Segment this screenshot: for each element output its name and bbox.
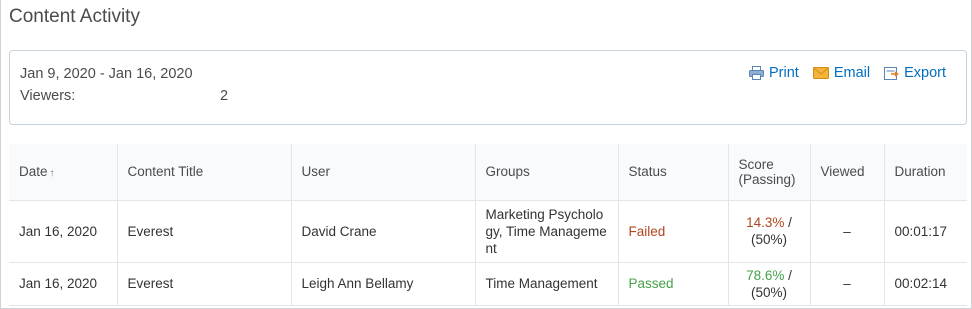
column-header-viewed[interactable]: Viewed xyxy=(809,144,884,201)
printer-icon xyxy=(748,66,764,80)
print-label: Print xyxy=(768,65,799,81)
envelope-icon xyxy=(812,67,829,79)
cell-score: 14.3% / (50%) xyxy=(727,200,810,263)
viewers-count: 2 xyxy=(220,88,229,104)
summary-box: Jan 9, 2020 - Jan 16, 2020 Viewers: 2 Pr… xyxy=(9,50,967,125)
cell-groups: Marketing Psycholo gy, Time Manageme nt xyxy=(474,200,618,263)
export-icon xyxy=(884,66,899,80)
page-title: Content Activity xyxy=(9,6,140,27)
sort-ascending-icon: ↑ xyxy=(49,168,55,180)
column-header-content-title[interactable]: Content Title xyxy=(116,144,291,201)
email-label: Email xyxy=(833,65,871,81)
date-range: Jan 9, 2020 - Jan 16, 2020 xyxy=(20,66,193,82)
score-separator: / xyxy=(784,267,792,283)
score-label: Score xyxy=(738,156,774,172)
table-row: Jan 16, 2020 Everest Leigh Ann Bellamy T… xyxy=(9,262,967,306)
activity-table: Date ↑ Content Title User Groups Status S… xyxy=(9,144,967,306)
cell-status: Passed xyxy=(617,262,728,306)
export-button[interactable]: Export xyxy=(884,65,946,81)
cell-viewed: – xyxy=(809,262,884,306)
score-value: 78.6% xyxy=(746,267,785,283)
cell-score: 78.6% / (50%) xyxy=(727,262,810,306)
column-header-date[interactable]: Date ↑ xyxy=(9,144,117,201)
cell-groups: Time Management xyxy=(474,262,618,306)
column-header-groups: Groups xyxy=(474,144,618,201)
cell-content-title: Everest xyxy=(116,262,291,306)
cell-duration: 00:02:14 xyxy=(883,262,967,306)
column-header-score[interactable]: Score (Passing) xyxy=(727,144,810,201)
score-separator: / xyxy=(784,215,792,230)
cell-date: Jan 16, 2020 xyxy=(9,200,117,263)
cell-content-title: Everest xyxy=(116,200,291,263)
print-button[interactable]: Print xyxy=(748,65,799,81)
viewers-label: Viewers: xyxy=(20,88,76,104)
passing-value: (50%) xyxy=(750,232,787,247)
column-header-duration[interactable]: Duration xyxy=(883,144,967,201)
cell-user: Leigh Ann Bellamy xyxy=(290,262,475,306)
score-value: 14.3% xyxy=(746,215,785,230)
cell-status: Failed xyxy=(617,200,728,263)
cell-date: Jan 16, 2020 xyxy=(9,262,117,306)
cell-viewed: – xyxy=(809,200,884,263)
passing-value: (50%) xyxy=(750,284,787,300)
cell-duration: 00:01:17 xyxy=(883,200,967,263)
export-label: Export xyxy=(904,65,946,81)
email-button[interactable]: Email xyxy=(812,65,871,81)
action-bar: Print Email Export xyxy=(748,65,946,81)
table-row: Jan 16, 2020 Everest David Crane Marketi… xyxy=(9,200,967,263)
column-header-user[interactable]: User xyxy=(290,144,475,201)
cell-user: David Crane xyxy=(290,200,475,263)
column-header-status[interactable]: Status xyxy=(617,144,728,201)
score-sub-label: (Passing) xyxy=(738,171,796,187)
table-header-row: Date ↑ Content Title User Groups Status S… xyxy=(9,144,967,201)
